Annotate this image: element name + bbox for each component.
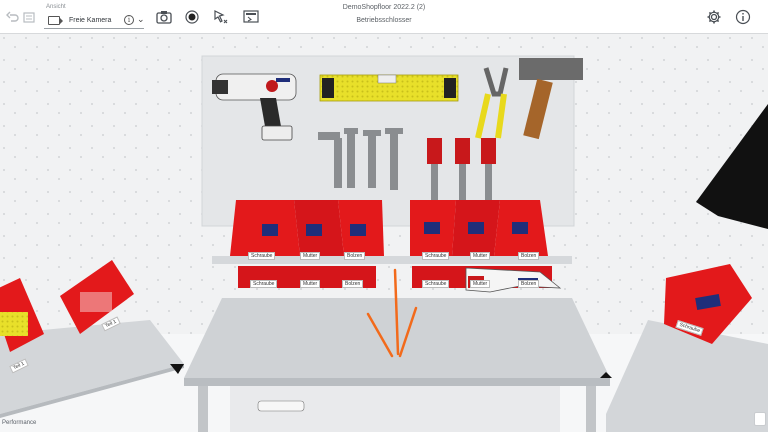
view-select[interactable]: Ansicht Freie Kamera i ⌄ [42, 3, 146, 31]
scene-canvas[interactable] [0, 34, 768, 432]
info-circle-icon[interactable]: i [124, 15, 134, 25]
workbench-leg-left [198, 386, 208, 432]
bin-label: Bolzen [342, 280, 364, 288]
redo-icon[interactable] [18, 6, 40, 28]
view-value: Freie Kamera [69, 17, 112, 24]
performance-label[interactable]: Performance [2, 420, 36, 426]
yellow-part [0, 312, 28, 336]
info-icon[interactable] [732, 6, 754, 28]
bin-label: Bolzen [518, 252, 540, 260]
video-camera-icon [48, 16, 63, 25]
role-subtitle: Betriebsschlosser [356, 17, 412, 24]
view-caption: Ansicht [46, 4, 66, 10]
screwdriver-set[interactable] [427, 138, 496, 202]
spirit-level-tool[interactable] [319, 74, 459, 102]
bin-label: Schraube [422, 280, 450, 288]
bin-label: Schraube [248, 252, 276, 260]
bin-label: Schraube [422, 252, 450, 260]
upper-bins-left[interactable] [230, 200, 384, 256]
floor-device[interactable] [257, 400, 305, 412]
bin-label: Mutter [470, 252, 491, 260]
document-icon[interactable] [754, 412, 766, 426]
record-icon[interactable] [181, 6, 203, 28]
top-toolbar: Ansicht Freie Kamera i ⌄ DemoShopfloor 2… [0, 0, 768, 34]
view-dropdown[interactable]: Freie Kamera i ⌄ [44, 13, 145, 29]
presentation-icon[interactable] [240, 6, 262, 28]
bin-label: Mutter [470, 280, 491, 288]
bin-label: Mutter [300, 280, 321, 288]
upper-bins-right[interactable] [410, 200, 548, 256]
project-title: DemoShopfloor 2022.2 (2) [342, 4, 426, 11]
gear-icon[interactable] [703, 6, 725, 28]
bin-label: Bolzen [344, 252, 366, 260]
3d-viewport[interactable]: Schraube Mutter Bolzen Schraube Mutter B… [0, 34, 768, 432]
camera-icon[interactable] [153, 6, 175, 28]
pointer-icon[interactable] [210, 6, 232, 28]
workbench-leg-right [586, 386, 596, 432]
bin-label: Bolzen [518, 280, 540, 288]
bin-label: Mutter [300, 252, 321, 260]
bin-label: Schraube [250, 280, 278, 288]
workbench-edge [184, 378, 610, 386]
chevron-down-icon[interactable]: ⌄ [137, 14, 145, 25]
